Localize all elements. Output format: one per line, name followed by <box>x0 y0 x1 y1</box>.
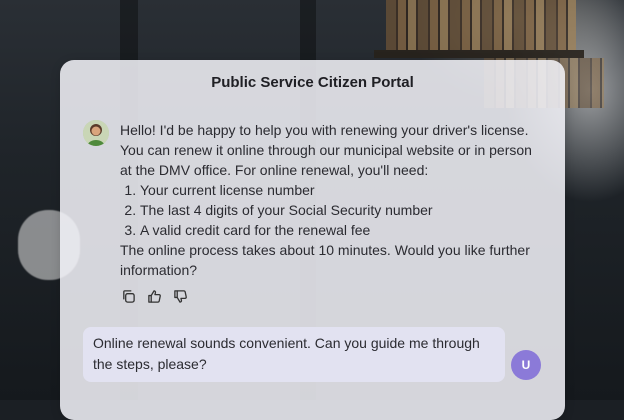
message-actions <box>120 288 188 304</box>
avatar: U <box>511 350 541 380</box>
bookshelf-books <box>386 0 576 50</box>
page-title: Public Service Citizen Portal <box>211 74 414 91</box>
list-item: A valid credit card for the renewal fee <box>140 220 545 240</box>
list-item: The last 4 digits of your Social Securit… <box>140 200 545 220</box>
bookshelf-shelf <box>374 50 584 58</box>
assistant-message-outro: The online process takes about 10 minute… <box>120 242 530 278</box>
assistant-message: Hello! I'd be happy to help you with ren… <box>120 120 545 280</box>
assistant-avatar-icon <box>83 120 109 146</box>
copy-icon[interactable] <box>120 288 136 304</box>
assistant-message-intro: Hello! I'd be happy to help you with ren… <box>120 122 532 178</box>
thumbs-down-icon[interactable] <box>172 288 188 304</box>
thumbs-up-icon[interactable] <box>146 288 162 304</box>
chat-panel: Public Service Citizen Portal Hello! I'd… <box>60 60 565 420</box>
requirements-list: Your current license number The last 4 d… <box>120 180 545 240</box>
user-message: Online renewal sounds convenient. Can yo… <box>83 327 505 382</box>
list-item: Your current license number <box>140 180 545 200</box>
